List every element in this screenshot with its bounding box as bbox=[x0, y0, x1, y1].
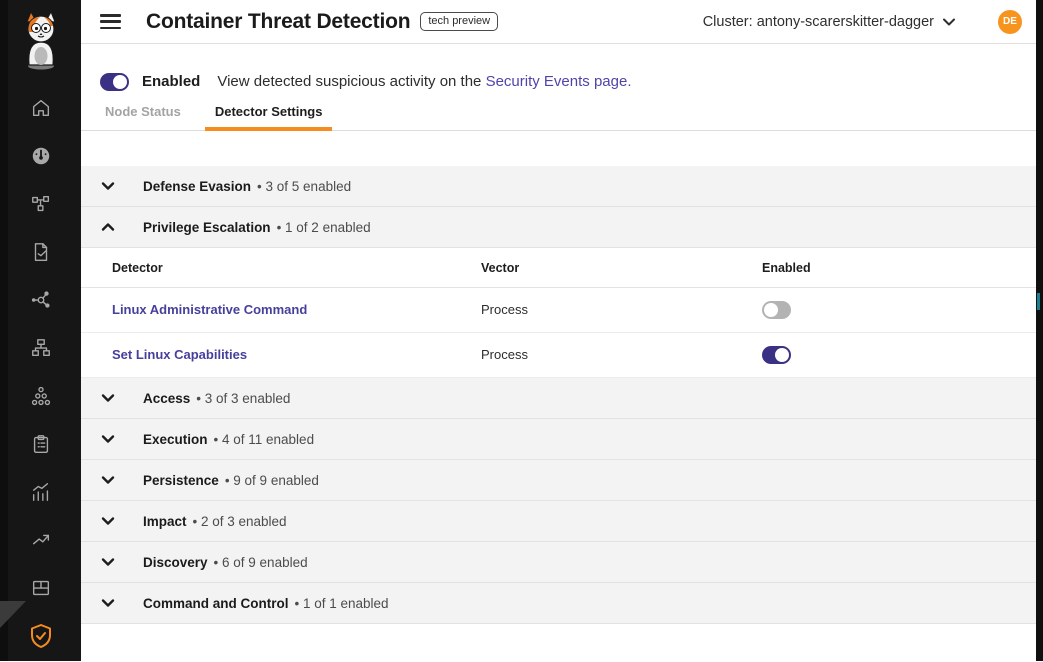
nav-dashboard[interactable] bbox=[0, 134, 81, 182]
sidebar-corner-fold bbox=[0, 601, 26, 628]
section-label: Discovery bbox=[143, 555, 208, 570]
clusters-icon bbox=[30, 385, 52, 412]
section-label: Impact bbox=[143, 514, 187, 529]
column-header-detector: Detector bbox=[112, 261, 481, 275]
image-assurance-box-icon bbox=[30, 577, 52, 604]
chevron-down-icon bbox=[100, 390, 116, 406]
nav-compliance-reports[interactable] bbox=[0, 422, 81, 470]
security-events-link[interactable]: Security Events page. bbox=[486, 73, 632, 90]
sidebar bbox=[0, 0, 81, 661]
nav-service-graph[interactable] bbox=[0, 182, 81, 230]
chevron-down-icon bbox=[100, 595, 116, 611]
chevron-down-icon bbox=[100, 513, 116, 529]
chevron-down-icon bbox=[934, 14, 955, 30]
column-header-vector: Vector bbox=[481, 261, 762, 275]
section-count: • 1 of 2 enabled bbox=[277, 220, 371, 235]
network-nodes-icon bbox=[30, 337, 52, 364]
tech-preview-badge: tech preview bbox=[420, 12, 498, 31]
chevron-up-icon bbox=[100, 219, 116, 235]
detector-table: Detector Vector Enabled Linux Administra… bbox=[81, 248, 1036, 378]
section-label: Command and Control bbox=[143, 596, 289, 611]
section-count: • 2 of 3 enabled bbox=[193, 514, 287, 529]
main-content: Container Threat Detection tech preview … bbox=[81, 0, 1036, 661]
chevron-down-icon bbox=[100, 431, 116, 447]
section-label: Persistence bbox=[143, 473, 219, 488]
banner-description-text: View detected suspicious activity on the bbox=[217, 73, 485, 90]
column-header-enabled: Enabled bbox=[762, 261, 1036, 275]
home-icon bbox=[30, 97, 52, 124]
banner-description: View detected suspicious activity on the… bbox=[217, 73, 631, 90]
section-count: • 3 of 5 enabled bbox=[257, 179, 351, 194]
app-bar: Container Threat Detection tech preview … bbox=[81, 0, 1036, 44]
detector-link[interactable]: Set Linux Capabilities bbox=[112, 347, 247, 362]
detector-toggle[interactable] bbox=[762, 346, 791, 364]
right-edge-panel bbox=[1036, 0, 1043, 661]
section-label: Access bbox=[143, 391, 190, 406]
section-label: Privilege Escalation bbox=[143, 220, 271, 235]
tab-node-status[interactable]: Node Status bbox=[95, 104, 191, 130]
right-edge-marker bbox=[1037, 293, 1040, 310]
chevron-down-icon bbox=[100, 472, 116, 488]
table-row: Linux Administrative Command Process bbox=[81, 288, 1036, 333]
trends-icon bbox=[30, 529, 52, 556]
nav-trends[interactable] bbox=[0, 518, 81, 566]
section-execution[interactable]: Execution • 4 of 11 enabled bbox=[81, 419, 1036, 460]
section-count: • 1 of 1 enabled bbox=[295, 596, 389, 611]
section-count: • 9 of 9 enabled bbox=[225, 473, 319, 488]
tabs-gap bbox=[81, 131, 1036, 166]
section-count: • 3 of 3 enabled bbox=[196, 391, 290, 406]
policies-document-icon bbox=[30, 241, 52, 268]
service-graph-icon bbox=[30, 193, 52, 220]
nav-clusters[interactable] bbox=[0, 374, 81, 422]
enable-banner: Enabled View detected suspicious activit… bbox=[81, 44, 1036, 100]
enabled-label: Enabled bbox=[142, 73, 200, 90]
menu-hamburger-icon[interactable] bbox=[100, 14, 121, 29]
nav-flow-visualizations[interactable] bbox=[0, 278, 81, 326]
chevron-down-icon bbox=[100, 178, 116, 194]
page-title: Container Threat Detection bbox=[146, 10, 410, 34]
nav-policies[interactable] bbox=[0, 230, 81, 278]
section-count: • 6 of 9 enabled bbox=[214, 555, 308, 570]
detector-link[interactable]: Linux Administrative Command bbox=[112, 302, 307, 317]
section-impact[interactable]: Impact • 2 of 3 enabled bbox=[81, 501, 1036, 542]
user-avatar[interactable]: DE bbox=[998, 10, 1022, 34]
feature-enabled-toggle[interactable] bbox=[100, 73, 129, 91]
section-defense-evasion[interactable]: Defense Evasion • 3 of 5 enabled bbox=[81, 166, 1036, 207]
section-access[interactable]: Access • 3 of 3 enabled bbox=[81, 378, 1036, 419]
cluster-selector[interactable]: Cluster: antony-scarerskitter-dagger bbox=[703, 14, 955, 30]
section-privilege-escalation[interactable]: Privilege Escalation • 1 of 2 enabled bbox=[81, 207, 1036, 248]
nav-networks[interactable] bbox=[0, 326, 81, 374]
compliance-clipboard-icon bbox=[30, 433, 52, 460]
section-label: Defense Evasion bbox=[143, 179, 251, 194]
section-count: • 4 of 11 enabled bbox=[214, 432, 315, 447]
cluster-selector-label: Cluster: antony-scarerskitter-dagger bbox=[703, 14, 934, 30]
section-label: Execution bbox=[143, 432, 208, 447]
flow-visualization-icon bbox=[30, 289, 52, 316]
nav-home[interactable] bbox=[0, 86, 81, 134]
chevron-down-icon bbox=[100, 554, 116, 570]
detector-toggle[interactable] bbox=[762, 301, 791, 319]
section-command-and-control[interactable]: Command and Control • 1 of 1 enabled bbox=[81, 583, 1036, 624]
tab-bar: Node Status Detector Settings bbox=[81, 100, 1036, 131]
activity-chart-icon bbox=[30, 481, 52, 508]
table-row: Set Linux Capabilities Process bbox=[81, 333, 1036, 378]
nav-activity-logs[interactable] bbox=[0, 470, 81, 518]
dashboard-gauge-icon bbox=[30, 145, 52, 172]
section-persistence[interactable]: Persistence • 9 of 9 enabled bbox=[81, 460, 1036, 501]
tab-detector-settings[interactable]: Detector Settings bbox=[205, 104, 333, 130]
threat-defense-shield-icon bbox=[29, 623, 53, 654]
sidebar-nav bbox=[0, 86, 81, 662]
tigera-cat-logo[interactable] bbox=[17, 10, 65, 72]
vector-value: Process bbox=[481, 302, 528, 317]
detector-table-header: Detector Vector Enabled bbox=[81, 248, 1036, 288]
vector-value: Process bbox=[481, 347, 528, 362]
section-discovery[interactable]: Discovery • 6 of 9 enabled bbox=[81, 542, 1036, 583]
detector-accordion: Defense Evasion • 3 of 5 enabled Privile… bbox=[81, 166, 1036, 624]
